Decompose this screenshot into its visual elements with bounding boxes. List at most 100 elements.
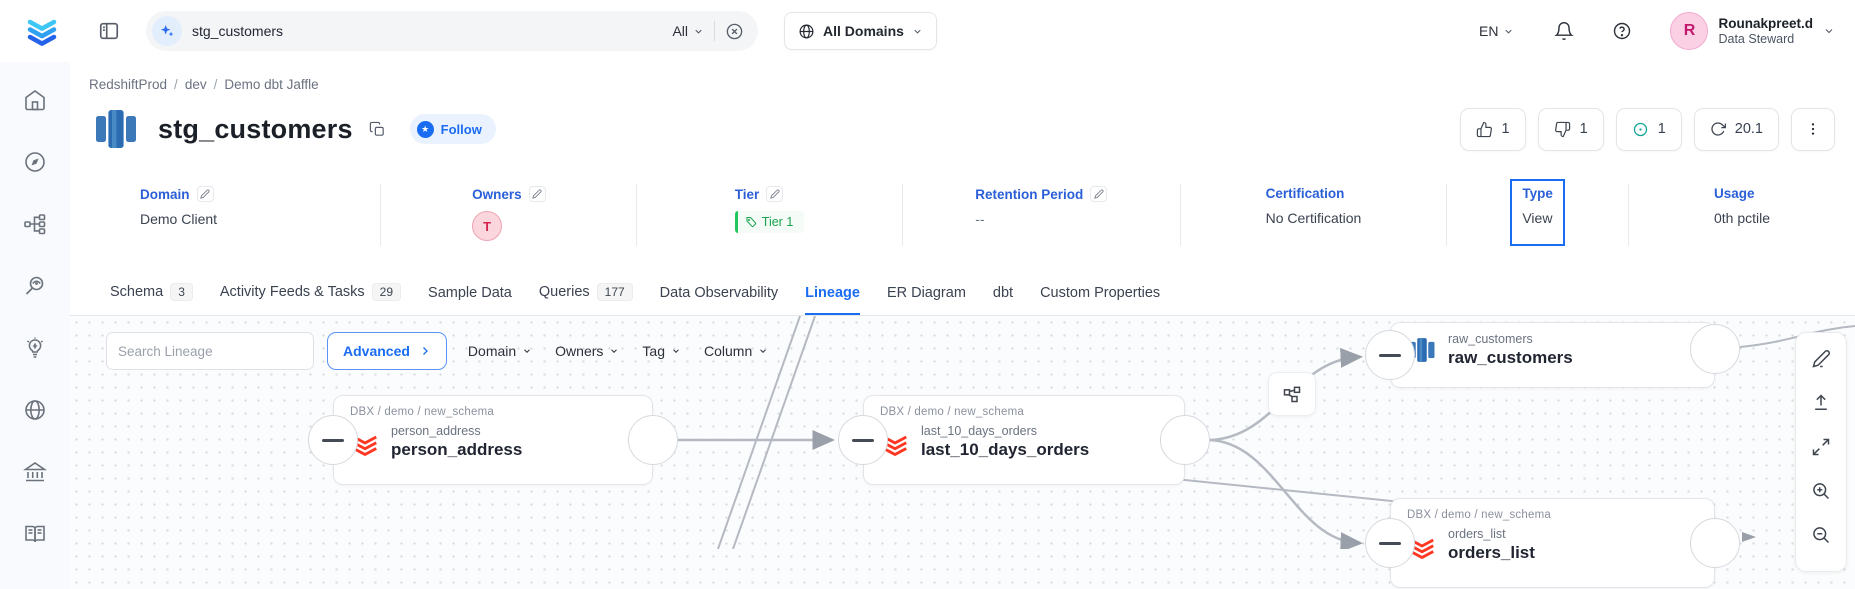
- lineage-toolbar: Advanced Domain Owners Tag Column: [106, 332, 768, 370]
- zoom-out-icon: [1811, 525, 1831, 545]
- retention-value: --: [975, 211, 1107, 227]
- lineage-search-input[interactable]: [118, 344, 295, 359]
- filter-domain[interactable]: Domain: [468, 343, 532, 359]
- certification-label[interactable]: Certification: [1266, 186, 1345, 201]
- domain-label[interactable]: Domain: [140, 187, 190, 202]
- zoom-in-button[interactable]: [1811, 481, 1831, 501]
- search-scope-select[interactable]: All: [672, 23, 704, 39]
- global-search: All: [146, 11, 758, 51]
- zoom-out-button[interactable]: [1811, 525, 1831, 545]
- watchers-button[interactable]: 1: [1616, 108, 1682, 151]
- language-select[interactable]: EN: [1479, 23, 1514, 39]
- follow-button[interactable]: ★ Follow: [410, 114, 496, 144]
- tab-queries[interactable]: Queries177: [539, 283, 633, 315]
- breadcrumb-item[interactable]: dev: [185, 77, 207, 92]
- domain-value: Demo Client: [140, 211, 217, 227]
- collapse-upstream-handle[interactable]: [308, 415, 358, 465]
- edit-pencil-icon[interactable]: [766, 186, 783, 202]
- fullscreen-button[interactable]: [1811, 437, 1831, 457]
- edit-pencil-icon[interactable]: [529, 186, 546, 202]
- domains-filter-button[interactable]: All Domains: [784, 12, 937, 50]
- expand-downstream-handle[interactable]: [628, 415, 678, 465]
- collapse-upstream-handle[interactable]: [1365, 330, 1415, 380]
- lineage-edge[interactable]: [1155, 477, 1422, 504]
- openmetadata-logo: [24, 13, 60, 49]
- node-title: orders_list: [1448, 543, 1535, 563]
- chevron-down-icon: [671, 346, 681, 356]
- downvote-button[interactable]: 1: [1538, 108, 1604, 151]
- tier-badge[interactable]: Tier 1: [735, 211, 805, 233]
- edge-pipeline-button[interactable]: [1268, 372, 1316, 416]
- expand-downstream-handle[interactable]: [1690, 324, 1740, 374]
- node-title: last_10_days_orders: [921, 440, 1089, 460]
- collapse-sidebar-icon[interactable]: [98, 20, 120, 42]
- collapse-upstream-handle[interactable]: [838, 415, 888, 465]
- tab-schema[interactable]: Schema3: [110, 283, 193, 315]
- lineage-edge-arrow: [1742, 532, 1756, 542]
- edit-pencil-icon[interactable]: [1090, 186, 1107, 202]
- chevron-down-icon: [693, 26, 704, 37]
- domains-globe-icon[interactable]: [23, 398, 47, 422]
- filter-owners[interactable]: Owners: [555, 343, 619, 359]
- lineage-node-person-address[interactable]: DBX / demo / new_schema person_address p…: [333, 395, 653, 485]
- type-label[interactable]: Type: [1522, 186, 1553, 201]
- tab-er-diagram[interactable]: ER Diagram: [887, 285, 966, 315]
- summary-panel: Domain Demo Client Owners T Tier: [70, 184, 1855, 260]
- clear-icon[interactable]: [725, 22, 744, 41]
- tier-label[interactable]: Tier: [735, 187, 760, 202]
- lineage-edge[interactable]: [1210, 440, 1358, 543]
- advanced-filter-button[interactable]: Advanced: [327, 332, 447, 370]
- notifications-button[interactable]: [1554, 21, 1574, 41]
- help-button[interactable]: [1612, 21, 1632, 41]
- usage-label[interactable]: Usage: [1714, 186, 1755, 201]
- tab-data-observability[interactable]: Data Observability: [660, 285, 778, 315]
- explore-compass-icon[interactable]: [23, 150, 47, 174]
- filter-tag[interactable]: Tag: [642, 343, 681, 359]
- glossary-book-icon[interactable]: [23, 522, 47, 546]
- tab-activity-feeds[interactable]: Activity Feeds & Tasks29: [220, 283, 401, 315]
- filter-column[interactable]: Column: [704, 343, 768, 359]
- breadcrumb-item[interactable]: Demo dbt Jaffle: [224, 77, 318, 92]
- user-menu[interactable]: R Rounakpreet.d Data Steward: [1670, 12, 1835, 50]
- edit-lineage-button[interactable]: [1811, 349, 1831, 369]
- lineage-node-last-10-days-orders[interactable]: DBX / demo / new_schema last_10_days_ord…: [863, 395, 1185, 485]
- insights-bulb-icon[interactable]: [23, 336, 47, 360]
- more-actions-button[interactable]: [1791, 108, 1835, 151]
- copy-icon[interactable]: [369, 121, 386, 138]
- sidebar: [0, 62, 70, 589]
- bell-icon: [1554, 21, 1574, 41]
- chevron-down-icon: [912, 26, 923, 37]
- node-path: DBX / demo / new_schema: [1407, 509, 1700, 521]
- lineage-canvas[interactable]: Advanced Domain Owners Tag Column DBX / …: [70, 316, 1855, 589]
- entity-header: stg_customers ★ Follow 1 1: [92, 104, 1835, 154]
- export-lineage-button[interactable]: [1811, 393, 1831, 413]
- tab-custom-properties[interactable]: Custom Properties: [1040, 285, 1160, 315]
- owner-avatar[interactable]: T: [472, 211, 502, 241]
- tab-sample-data[interactable]: Sample Data: [428, 285, 512, 315]
- redshift-icon: [92, 104, 140, 154]
- govern-bank-icon[interactable]: [23, 460, 47, 484]
- tab-dbt[interactable]: dbt: [993, 285, 1013, 315]
- lineage-node-raw-customers[interactable]: raw_customers raw_customers: [1390, 322, 1715, 388]
- node-title: raw_customers: [1448, 348, 1573, 368]
- version-button[interactable]: 20.1: [1694, 108, 1779, 151]
- lineage-node-orders-list[interactable]: DBX / demo / new_schema orders_list orde…: [1390, 498, 1715, 588]
- expand-downstream-handle[interactable]: [1690, 518, 1740, 568]
- thumbs-down-icon: [1554, 121, 1571, 138]
- observability-icon[interactable]: [23, 274, 47, 298]
- node-path: DBX / demo / new_schema: [880, 406, 1170, 418]
- chevron-right-icon: [419, 345, 431, 357]
- expand-downstream-handle[interactable]: [1160, 415, 1210, 465]
- upvote-button[interactable]: 1: [1460, 108, 1526, 151]
- search-input[interactable]: [192, 23, 662, 39]
- edit-pencil-icon[interactable]: [197, 186, 214, 202]
- lineage-flow-icon[interactable]: [23, 212, 47, 236]
- tab-lineage[interactable]: Lineage: [805, 285, 860, 315]
- collapse-upstream-handle[interactable]: [1365, 518, 1415, 568]
- owners-label[interactable]: Owners: [472, 187, 522, 202]
- home-icon[interactable]: [23, 88, 47, 112]
- topbar: All All Domains EN R Rounakpreet.d D: [0, 0, 1855, 62]
- thumbs-up-icon: [1476, 121, 1493, 138]
- breadcrumb-item[interactable]: RedshiftProd: [89, 77, 167, 92]
- retention-label[interactable]: Retention Period: [975, 187, 1083, 202]
